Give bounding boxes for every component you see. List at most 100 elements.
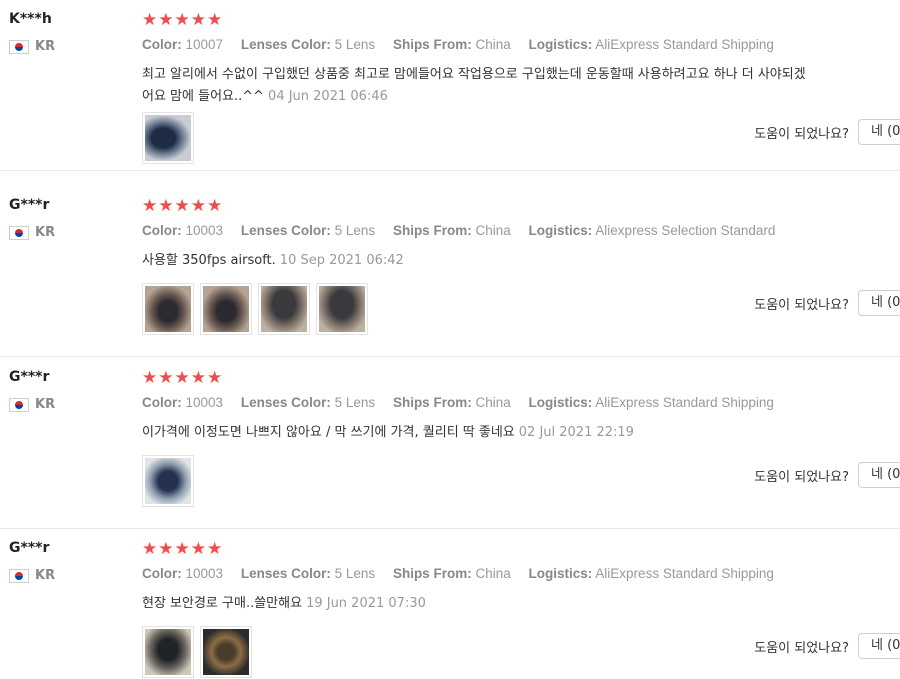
star-icon: ★ <box>207 196 223 216</box>
helpful-label: 도움이 되었나요? <box>754 469 849 485</box>
ships-from-key: Ships From: <box>392 37 472 52</box>
review-photo-thumbnail[interactable] <box>142 283 194 335</box>
logistics-key: Logistics: <box>528 37 593 52</box>
star-icon: ★ <box>207 10 223 30</box>
star-icon: ★ <box>174 368 190 388</box>
logistics-value: Aliexpress Selection Standard <box>595 223 776 238</box>
review-photo-thumbnail[interactable] <box>142 626 194 678</box>
helpful-yes-button[interactable]: 네 (0 <box>858 290 900 316</box>
color-key: Color: <box>142 395 182 410</box>
logistics-key: Logistics: <box>528 395 593 410</box>
helpful-label: 도움이 되었나요? <box>754 640 849 656</box>
logistics-value: AliExpress Standard Shipping <box>595 37 774 52</box>
helpful-vote: 도움이 되었나요? 네 (0 <box>754 290 900 316</box>
review-date: 19 Jun 2021 07:30 <box>306 596 426 611</box>
star-rating: ★ ★ ★ ★ ★ <box>142 196 222 216</box>
star-icon: ★ <box>190 539 206 559</box>
country-code: KR <box>35 39 56 54</box>
star-icon: ★ <box>158 196 174 216</box>
review-photos <box>142 112 194 164</box>
review-photo-thumbnail[interactable] <box>200 626 252 678</box>
star-icon: ★ <box>158 10 174 30</box>
review-photo-thumbnail[interactable] <box>258 283 310 335</box>
country-code: KR <box>35 225 56 240</box>
star-icon: ★ <box>158 539 174 559</box>
review-photos <box>142 455 194 507</box>
country-code: KR <box>35 397 56 412</box>
review-photo-thumbnail[interactable] <box>142 455 194 507</box>
reviewer-name: G***r <box>9 197 50 213</box>
color-value: 10003 <box>185 223 224 238</box>
star-icon: ★ <box>190 196 206 216</box>
reviewer-country: KR <box>9 397 55 412</box>
review-text: 최고 알리에서 수없이 구입했던 상품중 최고로 맘에들어요 작업용으로 구입했… <box>142 64 900 108</box>
helpful-vote: 도움이 되었나요? 네 (0 <box>754 119 900 145</box>
star-icon: ★ <box>142 539 158 559</box>
logistics-value: AliExpress Standard Shipping <box>595 566 774 581</box>
review-text-line1: 현장 보안경로 구매..쓸만해요 <box>142 596 303 611</box>
review-photo-thumbnail[interactable] <box>316 283 368 335</box>
review-item: G***r KR ★ ★ ★ ★ ★ Color: 10003 Lenses Color… <box>0 529 900 679</box>
logistics-value: AliExpress Standard Shipping <box>595 395 774 410</box>
star-icon: ★ <box>207 539 223 559</box>
star-icon: ★ <box>207 368 223 388</box>
ships-from-key: Ships From: <box>392 395 472 410</box>
helpful-vote: 도움이 되었나요? 네 (0 <box>754 633 900 659</box>
star-icon: ★ <box>158 368 174 388</box>
helpful-yes-button[interactable]: 네 (0 <box>858 119 900 145</box>
review-item: G***r KR ★ ★ ★ ★ ★ Color: 10003 Lenses Color… <box>0 358 900 529</box>
color-key: Color: <box>142 223 182 238</box>
ships-from-value: China <box>475 566 511 581</box>
lenses-color-value: 5 Lens <box>334 223 376 238</box>
color-key: Color: <box>142 37 182 52</box>
review-text-line2: 어요 맘에 들어요..^^ <box>142 89 265 104</box>
reviewer-country: KR <box>9 568 55 583</box>
helpful-vote: 도움이 되었나요? 네 (0 <box>754 462 900 488</box>
review-text: 현장 보안경로 구매..쓸만해요 19 Jun 2021 07:30 <box>142 593 900 615</box>
star-icon: ★ <box>190 368 206 388</box>
order-info: Color: 10007 Lenses Color: 5 Lens Ships … <box>142 37 788 52</box>
star-icon: ★ <box>142 10 158 30</box>
review-item: G***r KR ★ ★ ★ ★ ★ Color: 10003 Lenses Color… <box>0 186 900 357</box>
order-info: Color: 10003 Lenses Color: 5 Lens Ships … <box>142 566 788 581</box>
reviewer-name: G***r <box>9 369 50 385</box>
ships-from-key: Ships From: <box>392 223 472 238</box>
star-rating: ★ ★ ★ ★ ★ <box>142 539 222 559</box>
star-rating: ★ ★ ★ ★ ★ <box>142 10 222 30</box>
color-value: 10003 <box>185 395 224 410</box>
color-value: 10007 <box>185 37 224 52</box>
kr-flag-icon <box>9 568 29 583</box>
reviewer-country: KR <box>9 225 55 240</box>
lenses-color-key: Lenses Color: <box>240 395 331 410</box>
review-item: K***h KR ★ ★ ★ ★ ★ Color: 10007 Lenses Color… <box>0 0 900 171</box>
ships-from-value: China <box>475 37 511 52</box>
review-date: 10 Sep 2021 06:42 <box>279 253 404 268</box>
country-code: KR <box>35 568 56 583</box>
review-photo-thumbnail[interactable] <box>142 112 194 164</box>
review-text-line1: 사용할 350fps airsoft. <box>142 253 276 268</box>
review-date: 04 Jun 2021 06:46 <box>268 89 388 104</box>
helpful-label: 도움이 되었나요? <box>754 297 849 313</box>
review-photo-thumbnail[interactable] <box>200 283 252 335</box>
star-rating: ★ ★ ★ ★ ★ <box>142 368 222 388</box>
review-date: 02 Jul 2021 22:19 <box>518 425 634 440</box>
logistics-key: Logistics: <box>528 566 593 581</box>
review-list: K***h KR ★ ★ ★ ★ ★ Color: 10007 Lenses Color… <box>0 0 900 679</box>
kr-flag-icon <box>9 225 29 240</box>
helpful-yes-button[interactable]: 네 (0 <box>858 462 900 488</box>
lenses-color-value: 5 Lens <box>334 566 376 581</box>
review-text-line1: 최고 알리에서 수없이 구입했던 상품중 최고로 맘에들어요 작업용으로 구입했… <box>142 67 806 82</box>
ships-from-value: China <box>475 395 511 410</box>
star-icon: ★ <box>174 196 190 216</box>
logistics-key: Logistics: <box>528 223 593 238</box>
lenses-color-key: Lenses Color: <box>240 223 331 238</box>
review-text-line1: 이가격에 이정도면 나쁘지 않아요 / 막 쓰기에 가격, 퀄리티 딱 좋네요 <box>142 425 515 440</box>
ships-from-key: Ships From: <box>392 566 472 581</box>
ships-from-value: China <box>475 223 511 238</box>
helpful-yes-button[interactable]: 네 (0 <box>858 633 900 659</box>
star-icon: ★ <box>142 196 158 216</box>
review-photos <box>142 283 368 335</box>
star-icon: ★ <box>174 539 190 559</box>
lenses-color-value: 5 Lens <box>334 37 376 52</box>
lenses-color-key: Lenses Color: <box>240 566 331 581</box>
